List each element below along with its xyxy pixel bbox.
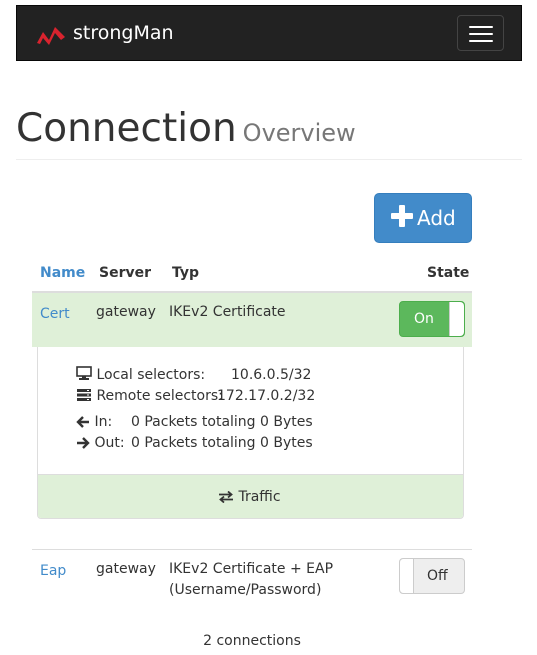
page-subtitle: Overview xyxy=(242,119,356,147)
traffic-link[interactable]: Traffic xyxy=(218,488,281,506)
remote-selectors-value: 172.17.0.2/32 xyxy=(217,388,316,404)
traffic-out-label: Out: xyxy=(94,435,125,451)
traffic-in-row: In: xyxy=(76,413,112,431)
connection-name-cert[interactable]: Cert xyxy=(40,304,70,324)
connection-type-eap-line1: IKEv2 Certificate + EAP xyxy=(169,561,334,577)
connection-type-cert: IKEv2 Certificate xyxy=(169,304,286,320)
column-header-type: Typ xyxy=(172,265,200,281)
column-header-name[interactable]: Name xyxy=(40,264,85,282)
column-header-server: Server xyxy=(99,265,152,281)
strongman-logo-icon[interactable] xyxy=(36,23,66,45)
traffic-panel-footer[interactable]: Traffic xyxy=(38,474,463,518)
connection-server-eap: gateway xyxy=(96,561,156,577)
column-header-state: State xyxy=(427,265,470,281)
toggle-label-off: Off xyxy=(427,568,448,584)
toggle-knob xyxy=(400,559,414,593)
toggle-knob xyxy=(449,302,464,336)
traffic-out-value: 0 Packets totaling 0 Bytes xyxy=(131,435,313,451)
page-title: Connection Overview xyxy=(16,106,356,156)
local-selectors-value: 10.6.0.5/32 xyxy=(231,367,312,383)
arrow-right-icon xyxy=(77,437,90,449)
add-button-label: Add xyxy=(417,206,456,230)
plus-icon xyxy=(391,205,413,227)
local-selectors-label: Local selectors: xyxy=(96,367,206,383)
navbar: strongMan xyxy=(16,5,522,61)
traffic-in-label: In: xyxy=(94,414,113,430)
connection-details-panel: Local selectors: 10.6.0.5/32 Remote sele… xyxy=(37,347,464,519)
page-header: Connection Overview xyxy=(16,100,522,160)
traffic-in-value: 0 Packets totaling 0 Bytes xyxy=(131,414,313,430)
arrow-left-icon xyxy=(76,416,89,428)
menu-toggle-button[interactable] xyxy=(457,15,504,51)
page-title-text: Connection xyxy=(16,106,237,151)
connection-server-cert: gateway xyxy=(96,304,156,320)
traffic-label: Traffic xyxy=(238,489,281,505)
table-row-divider xyxy=(32,549,472,550)
state-toggle-eap[interactable]: Off xyxy=(399,558,465,594)
connection-name-eap[interactable]: Eap xyxy=(40,561,66,581)
remote-selectors-row: Remote selectors: xyxy=(76,387,223,405)
server-icon xyxy=(77,389,91,401)
swap-arrows-icon xyxy=(219,491,233,503)
toggle-label-on: On xyxy=(414,311,434,327)
connection-count: 2 connections xyxy=(203,633,301,649)
brand-name[interactable]: strongMan xyxy=(73,21,174,45)
add-connection-button[interactable]: Add xyxy=(374,193,472,243)
monitor-icon xyxy=(76,366,92,380)
local-selectors-row: Local selectors: xyxy=(76,366,205,384)
state-toggle-cert[interactable]: On xyxy=(399,301,465,337)
connection-type-eap-line2: (Username/Password) xyxy=(169,582,322,598)
traffic-out-row: Out: xyxy=(76,434,125,452)
remote-selectors-label: Remote selectors: xyxy=(96,388,223,404)
